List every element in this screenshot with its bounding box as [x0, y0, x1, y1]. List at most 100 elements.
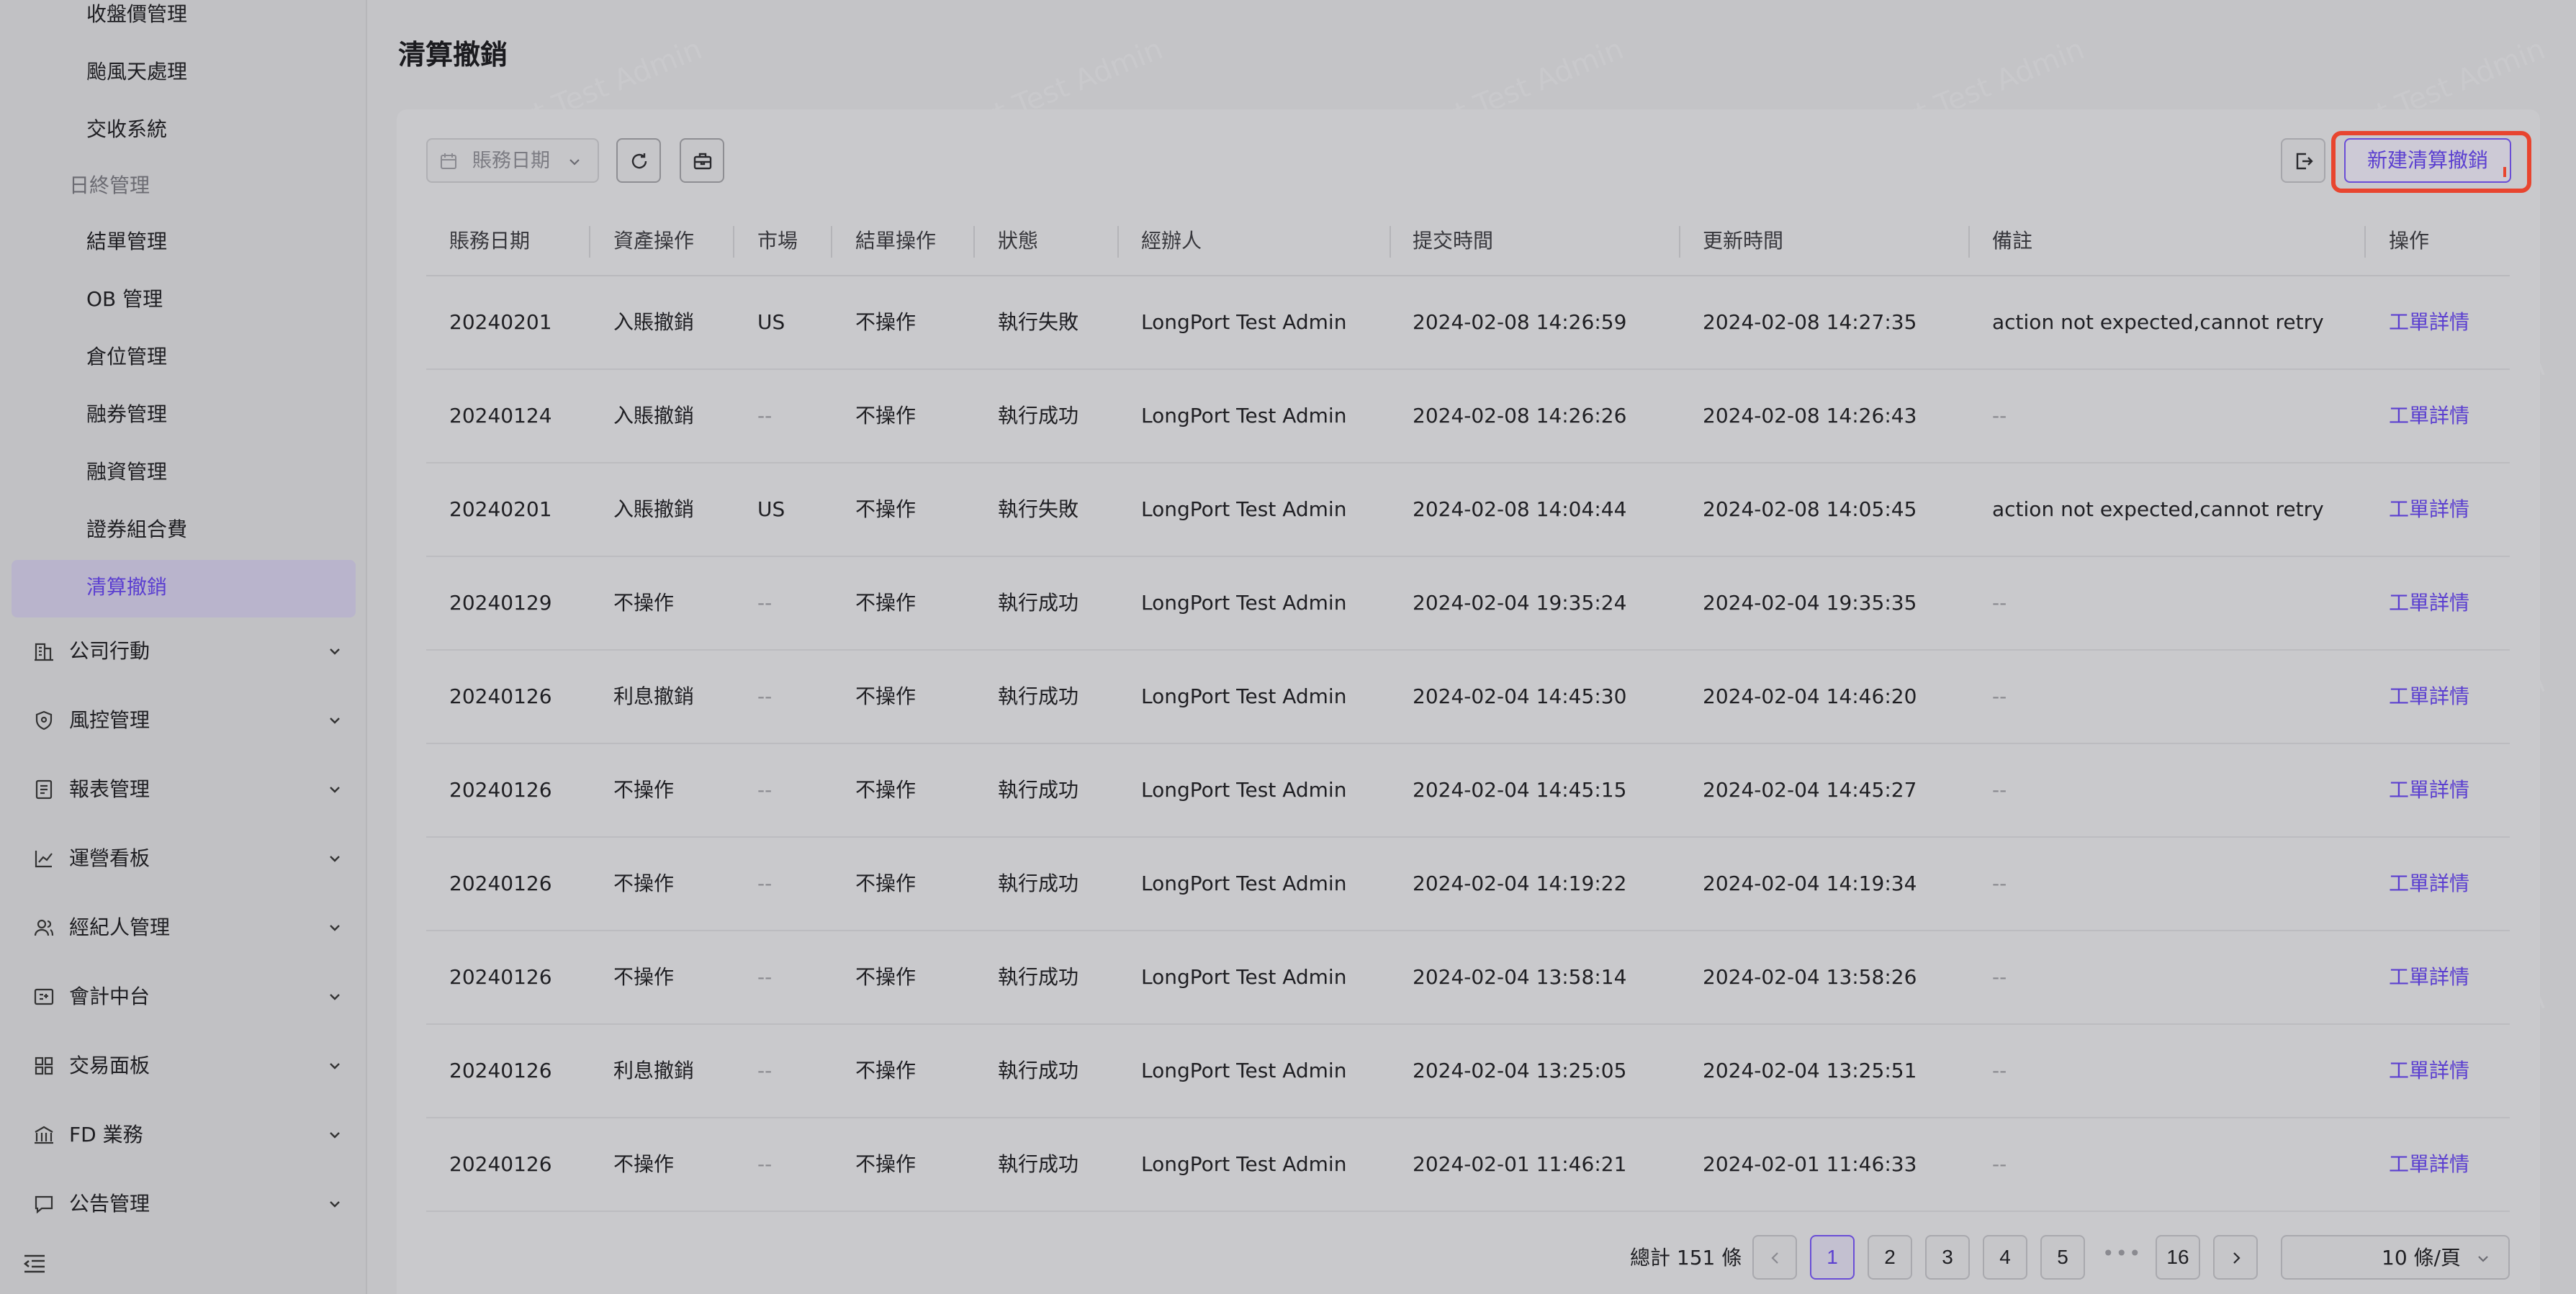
sidebar-item-settlement-system[interactable]: 交收系統	[86, 115, 167, 144]
refresh-icon	[629, 151, 649, 171]
table-cell-remark: --	[1992, 1152, 2007, 1176]
table-cell-remark: --	[1992, 1059, 2007, 1082]
table-cell-asset-op: 不操作	[613, 965, 675, 989]
pagination-total: 總計 151 條	[1630, 1246, 1742, 1270]
ticket-details-link[interactable]: 工單詳情	[2389, 589, 2469, 617]
sidebar-item-statement[interactable]: 結單管理	[86, 227, 167, 256]
column-divider	[1390, 226, 1391, 258]
table-header-col-submitted: 提交時間	[1413, 229, 1494, 253]
table-cell-submitted: 2024-02-04 14:19:22	[1413, 872, 1627, 895]
sidebar-item-ops-dashboard[interactable]: 運營看板	[0, 833, 367, 884]
sidebar-item-announcements[interactable]: 公告管理	[0, 1179, 367, 1229]
page-button-3[interactable]: 3	[1925, 1235, 1970, 1280]
table-cell-updated: 2024-02-01 11:46:33	[1703, 1152, 1917, 1176]
table-cell-handler: LongPort Test Admin	[1141, 778, 1347, 802]
table-cell-statement-op: 不操作	[855, 497, 917, 521]
table-cell-date: 20240126	[449, 872, 552, 895]
users-icon	[33, 917, 55, 938]
sidebar-item-fd[interactable]: FD 業務	[0, 1110, 367, 1160]
sidebar-item-position[interactable]: 倉位管理	[86, 343, 167, 371]
table-cell-market: --	[757, 404, 773, 427]
sidebar-item-margin-financing[interactable]: 融資管理	[86, 458, 167, 487]
page-button-1[interactable]: 1	[1810, 1235, 1855, 1280]
bank-icon	[33, 1124, 55, 1146]
table-cell-updated: 2024-02-08 14:27:35	[1703, 310, 1917, 334]
table-cell-market: --	[757, 872, 773, 895]
message-icon	[33, 1193, 55, 1215]
sidebar-item-typhoon[interactable]: 颱風天處理	[86, 58, 187, 86]
next-page-button[interactable]	[2213, 1235, 2258, 1280]
date-picker[interactable]: 賬務日期	[426, 138, 599, 183]
ticket-details-link[interactable]: 工單詳情	[2389, 1057, 2469, 1085]
table-cell-submitted: 2024-02-04 19:35:24	[1413, 591, 1627, 615]
sidebar-item-corporate-actions[interactable]: 公司行動	[0, 626, 367, 677]
table-cell-status: 執行成功	[998, 1152, 1079, 1176]
grid-icon	[33, 1055, 55, 1077]
menu-collapse-icon[interactable]	[22, 1251, 48, 1277]
sidebar-item-label: 清算撤銷	[86, 575, 168, 599]
sidebar-item-clearing-reversal[interactable]: 清算撤銷	[86, 573, 167, 602]
report-icon	[33, 779, 55, 800]
page-size-select[interactable]: 10 條/頁	[2281, 1235, 2510, 1280]
page-button-4[interactable]: 4	[1983, 1235, 2027, 1280]
table-cell-asset-op: 入賬撤銷	[613, 404, 695, 427]
ticket-details-link[interactable]: 工單詳情	[2389, 1150, 2469, 1179]
table-header-col-asset-op: 資產操作	[613, 229, 695, 253]
column-divider	[733, 226, 734, 258]
page-button-2[interactable]: 2	[1868, 1235, 1912, 1280]
table-cell-updated: 2024-02-04 13:58:26	[1703, 965, 1917, 989]
sidebar-item-trading-panel[interactable]: 交易面板	[0, 1041, 367, 1091]
page-button-5[interactable]: 5	[2040, 1235, 2085, 1280]
table-cell-submitted: 2024-02-08 14:26:26	[1413, 404, 1627, 427]
refresh-button[interactable]	[616, 138, 661, 183]
sidebar-item-brokers[interactable]: 經紀人管理	[0, 902, 367, 953]
sidebar-item-label: 交收系統	[86, 117, 168, 141]
ticket-details-link[interactable]: 工單詳情	[2389, 308, 2469, 337]
page-last-button[interactable]: 16	[2156, 1235, 2200, 1280]
toolbox-button[interactable]	[680, 138, 724, 183]
table-cell-market: --	[757, 591, 773, 615]
table-cell-status: 執行成功	[998, 965, 1079, 989]
table-header-col-remark: 備註	[1992, 229, 2033, 253]
table-cell-remark: --	[1992, 872, 2007, 895]
ticket-details-link[interactable]: 工單詳情	[2389, 963, 2469, 992]
table-cell-statement-op: 不操作	[855, 778, 917, 802]
table-cell-market: US	[757, 310, 785, 334]
sidebar-item-ob[interactable]: OB 管理	[86, 285, 163, 314]
table-header-col-statement-op: 結單操作	[855, 229, 937, 253]
prev-page-button[interactable]	[1752, 1235, 1797, 1280]
create-clearing-reversal-button[interactable]: 新建清算撤銷	[2344, 138, 2511, 183]
sidebar-item-risk[interactable]: 風控管理	[0, 695, 367, 746]
table-cell-submitted: 2024-02-08 14:26:59	[1413, 310, 1627, 334]
building-icon	[33, 641, 55, 662]
ticket-details-link[interactable]: 工單詳情	[2389, 682, 2469, 711]
sidebar-item-portfolio-fee[interactable]: 證券組合費	[86, 515, 187, 544]
ticket-details-link[interactable]: 工單詳情	[2389, 776, 2469, 805]
ticket-details-link[interactable]: 工單詳情	[2389, 869, 2469, 898]
sidebar-item-closing-price[interactable]: 收盤價管理	[86, 0, 187, 29]
sidebar-item-label: 運營看板	[69, 846, 150, 870]
table-cell-status: 執行成功	[998, 872, 1079, 895]
column-divider	[1968, 226, 1970, 258]
table-cell-status: 執行成功	[998, 684, 1079, 708]
export-button[interactable]	[2281, 138, 2325, 183]
sidebar-item-reports[interactable]: 報表管理	[0, 764, 367, 815]
sidebar-item-accounting[interactable]: 會計中台	[0, 972, 367, 1022]
table-cell-updated: 2024-02-04 13:25:51	[1703, 1059, 1917, 1082]
sidebar-item-label: 證券組合費	[86, 517, 188, 541]
sidebar-item-securities-lending[interactable]: 融券管理	[86, 400, 167, 429]
sidebar-item-label: 公告管理	[69, 1192, 150, 1216]
column-divider	[831, 226, 832, 258]
chevron-down-icon	[566, 153, 583, 171]
table-header-col-market: 市場	[757, 229, 798, 253]
table-cell-handler: LongPort Test Admin	[1141, 404, 1347, 427]
table-cell-date: 20240126	[449, 684, 552, 708]
ticket-details-link[interactable]: 工單詳情	[2389, 402, 2469, 430]
table-cell-statement-op: 不操作	[855, 1152, 917, 1176]
date-picker-placeholder: 賬務日期	[472, 150, 550, 172]
table-cell-updated: 2024-02-04 14:46:20	[1703, 684, 1917, 708]
chevron-down-icon	[2475, 1251, 2491, 1267]
ticket-details-link[interactable]: 工單詳情	[2389, 495, 2469, 524]
table-cell-asset-op: 入賬撤銷	[613, 497, 695, 521]
sidebar-item-label: OB 管理	[86, 287, 163, 311]
